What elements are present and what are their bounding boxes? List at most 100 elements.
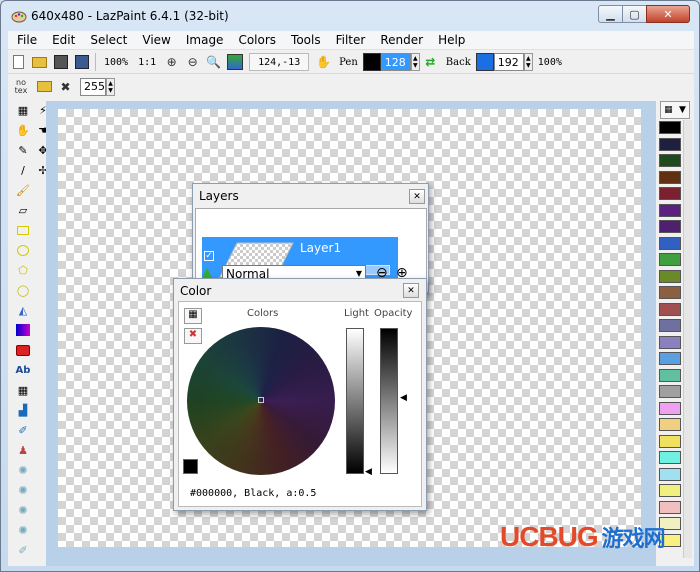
palette-swatch[interactable] (659, 500, 681, 514)
menu-edit[interactable]: Edit (43, 33, 81, 47)
watermark-brand: UCBUG (500, 521, 599, 552)
tolerance-field[interactable]: 255 (80, 77, 106, 96)
color-wheel-cursor[interactable] (258, 397, 264, 403)
palette-swatch[interactable] (659, 154, 681, 167)
stamp-tool[interactable]: ♟ (15, 442, 31, 458)
pen-alpha-stepper[interactable]: ▲ ▼ (410, 53, 420, 71)
no-texture-button[interactable]: no tex (8, 77, 34, 97)
load-texture-button[interactable] (34, 77, 55, 97)
palette-swatch[interactable] (659, 319, 681, 332)
palette-swatch[interactable] (659, 302, 681, 316)
palette-swatch[interactable] (659, 352, 681, 365)
pen-color-swatch[interactable] (362, 53, 381, 71)
color-panel-body: ▦ ✖ Colors Light Opacity ◀ ◀ #000000, Bl… (178, 301, 422, 507)
grid-tool[interactable]: ▦ (15, 102, 31, 118)
menu-tools[interactable]: Tools (282, 33, 327, 47)
zoom-in-button[interactable]: ⊕ (161, 52, 182, 72)
palette-swatch[interactable] (659, 368, 681, 382)
palette-swatch[interactable] (659, 187, 681, 200)
maximize-button[interactable]: ▢ (622, 5, 647, 23)
palette-scrollbar[interactable] (683, 120, 692, 558)
lightness-pointer-icon[interactable]: ◀ (365, 467, 372, 477)
selection-tool-3[interactable]: ✺ (15, 502, 31, 518)
brush-tool[interactable]: 🖌 (15, 182, 31, 198)
palette-swatch[interactable] (659, 401, 681, 415)
palette-swatch[interactable] (659, 434, 681, 448)
back-color-swatch[interactable] (475, 53, 494, 71)
selection-tool-5[interactable]: ✐ (15, 542, 31, 558)
palette-swatch[interactable] (659, 121, 681, 134)
brush-icon: 🖌 (16, 183, 30, 197)
menu-colors[interactable]: Colors (229, 33, 282, 47)
menu-view[interactable]: View (133, 33, 176, 47)
deform-tool[interactable]: ▟ (15, 402, 31, 418)
layer-grid-tool[interactable]: ▦ (15, 382, 31, 398)
zoom-out-button[interactable]: ⊖ (182, 52, 203, 72)
layers-toggle-button[interactable] (224, 52, 245, 72)
palette-swatch[interactable] (659, 467, 681, 481)
lightness-slider[interactable] (346, 328, 364, 474)
color-close-button[interactable]: ✕ (403, 283, 419, 298)
palette-swatch[interactable] (659, 385, 681, 398)
menu-image[interactable]: Image (177, 33, 230, 47)
pen-tool[interactable]: / (15, 162, 31, 178)
close-button[interactable]: ✕ (646, 5, 690, 23)
palette-menu-button[interactable]: ▦ ▼ (660, 101, 690, 119)
palette-swatch[interactable] (659, 451, 681, 464)
palette-swatch[interactable] (659, 335, 681, 349)
menu-file[interactable]: File (8, 33, 43, 47)
pen-alpha-field[interactable]: 128 (380, 53, 411, 71)
ellipse-tool[interactable] (15, 242, 31, 258)
palette-swatch[interactable] (659, 203, 681, 217)
open-file-button[interactable] (29, 52, 50, 72)
palette-swatch[interactable] (659, 418, 681, 431)
tolerance-stepper[interactable]: ▲ ▼ (106, 77, 115, 96)
zoom-fit-button[interactable]: 🔍 (203, 52, 224, 72)
color-picker-tool[interactable]: ✎ (15, 142, 31, 158)
fill-tool[interactable]: ◭ (15, 302, 31, 318)
rectangle-tool[interactable] (15, 222, 31, 238)
eraser-tool[interactable]: ▱ (15, 202, 31, 218)
remove-color-button[interactable]: ✖ (184, 328, 202, 344)
palette-swatch[interactable] (659, 170, 681, 184)
layers-close-button[interactable]: ✕ (409, 189, 425, 204)
spline-tool[interactable]: ◯ (15, 282, 31, 298)
swap-colors-button[interactable]: ⇄ (420, 52, 441, 72)
opacity-pointer-icon[interactable]: ◀ (400, 393, 407, 403)
selection-tool-4[interactable]: ✺ (15, 522, 31, 538)
palette-swatch[interactable] (659, 220, 681, 233)
pick-color-button[interactable]: ▦ (184, 308, 202, 324)
selection-tool-1[interactable]: ✺ (15, 462, 31, 478)
selection-tool-2[interactable]: ✺ (15, 482, 31, 498)
save-button[interactable] (50, 52, 71, 72)
opacity-slider[interactable] (380, 328, 398, 474)
menu-help[interactable]: Help (429, 33, 471, 47)
hand-tool-button[interactable]: ✋ (313, 52, 334, 72)
save-as-button[interactable] (71, 52, 92, 72)
palette-swatch[interactable] (659, 236, 681, 250)
polygon-tool[interactable]: ⬠ (15, 262, 31, 278)
gradient-tool[interactable] (15, 322, 31, 338)
remove-texture-button[interactable]: ✖ (55, 77, 76, 97)
back-alpha-stepper[interactable]: ▲ ▼ (523, 53, 533, 71)
zoom-original[interactable]: 1:1 (133, 57, 161, 68)
layer-visible-checkbox[interactable]: ✓ (204, 251, 214, 261)
shape-fill-tool[interactable] (15, 342, 31, 358)
hand-tool[interactable]: ✋ (15, 122, 31, 138)
menu-filter[interactable]: Filter (327, 33, 372, 47)
minimize-button[interactable]: ▁ (598, 5, 623, 23)
menu-render[interactable]: Render (371, 33, 429, 47)
palette-swatch[interactable] (659, 253, 681, 266)
back-alpha-field[interactable]: 192 (493, 53, 524, 71)
palette-swatch[interactable] (659, 137, 681, 151)
palette-swatch[interactable] (659, 286, 681, 299)
menu-select[interactable]: Select (81, 33, 133, 47)
text-tool[interactable]: Ab (15, 362, 31, 378)
clone-tool[interactable]: ✐ (15, 422, 31, 438)
dropdown-arrow-icon: ▼ (678, 105, 686, 115)
opacity-percent[interactable]: 100% (533, 57, 567, 68)
palette-swatch[interactable] (659, 269, 681, 283)
palette-swatch[interactable] (659, 484, 681, 497)
new-file-button[interactable] (8, 52, 29, 72)
zoom-percent[interactable]: 100% (99, 57, 133, 68)
